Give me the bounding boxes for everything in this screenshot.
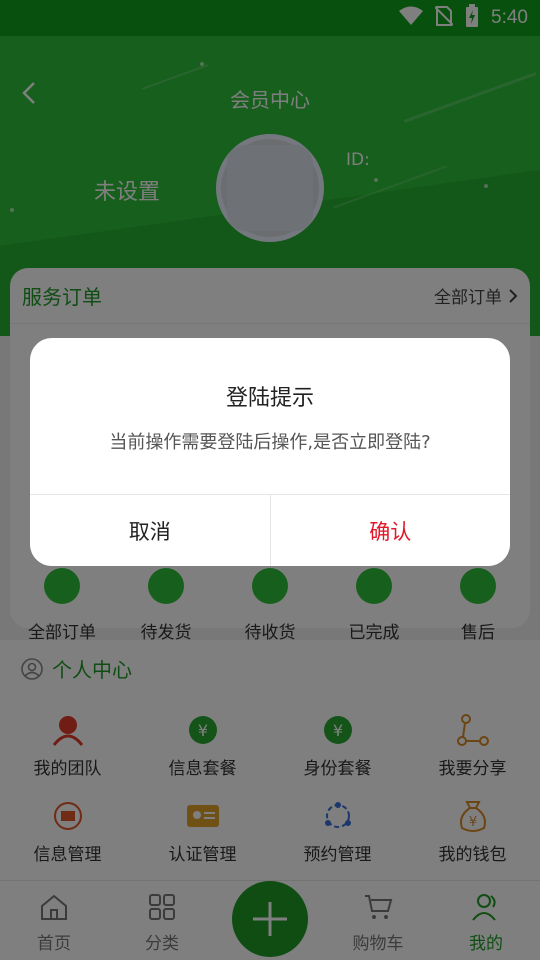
login-prompt-dialog: 登陆提示 当前操作需要登陆后操作,是否立即登陆? 取消 确认 bbox=[30, 338, 510, 566]
dialog-actions: 取消 确认 bbox=[30, 494, 510, 566]
confirm-button[interactable]: 确认 bbox=[270, 495, 510, 566]
dialog-message: 当前操作需要登陆后操作,是否立即登陆? bbox=[109, 432, 431, 453]
cancel-button[interactable]: 取消 bbox=[30, 495, 271, 566]
dialog-title: 登陆提示 bbox=[225, 386, 314, 411]
